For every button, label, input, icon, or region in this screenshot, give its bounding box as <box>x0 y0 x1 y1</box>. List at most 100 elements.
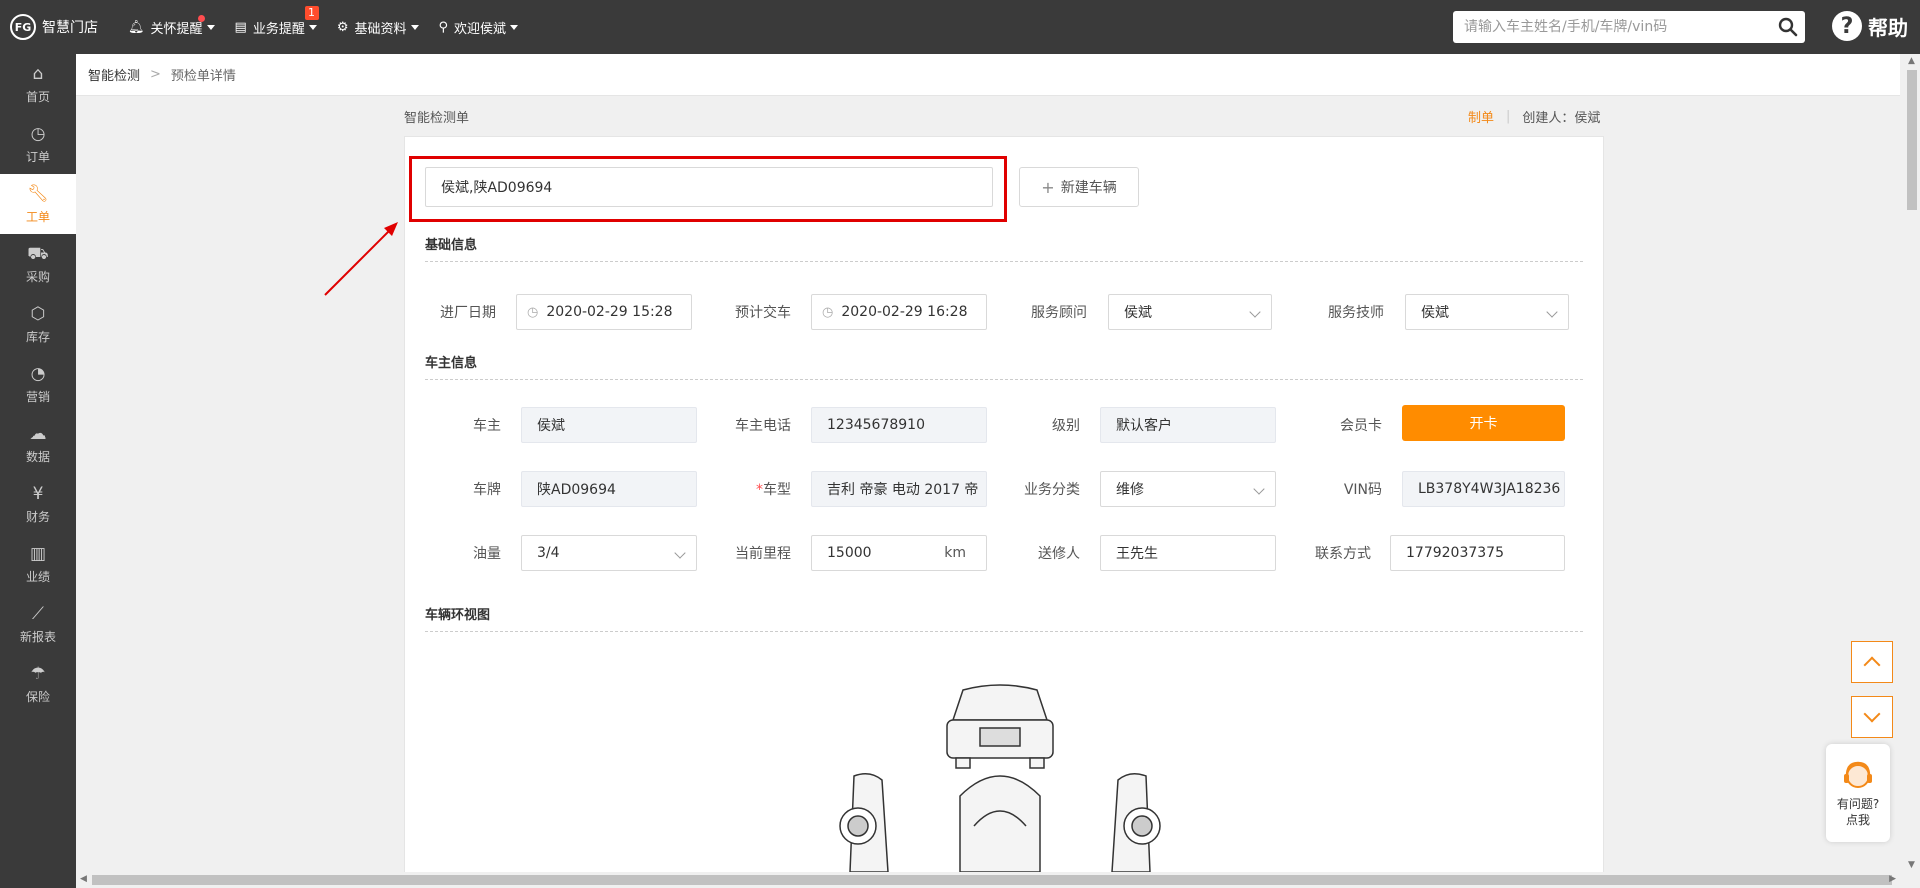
scroll-down-icon[interactable]: ▼ <box>1908 860 1915 870</box>
sidebar-item-performance[interactable]: ▥ 业绩 <box>0 534 76 594</box>
form-meta: 制单 | 创建人：侯斌 <box>1468 107 1600 126</box>
nav-care-reminder[interactable]: 🔔︎ 关怀提醒 <box>128 14 215 37</box>
line-chart-icon: ⟋ <box>32 603 44 624</box>
contact-input[interactable]: 17792037375 <box>1390 535 1565 571</box>
plate-label: 车牌 <box>473 482 501 498</box>
sidebar-item-label: 采购 <box>25 269 50 284</box>
sidebar-item-label: 订单 <box>25 149 50 164</box>
clock-icon: ◷ <box>527 304 539 320</box>
service-advisor-label: 服务顾问 <box>1031 305 1087 321</box>
fuel-select[interactable]: 3/4 <box>521 535 697 571</box>
notification-badge: 1 <box>304 5 319 20</box>
owner-value: 侯斌 <box>537 418 565 434</box>
sidebar-item-insurance[interactable]: ☂ 保险 <box>0 654 76 714</box>
form-title: 智能检测单 <box>404 111 470 126</box>
sidebar: ⌂ 首页 ◷ 订单 🔧︎ 工单 ⛟ 采购 ⬡ 库存 ◔ 营销 ☁ 数据 ¥ 财务 ▥ 业绩 ⟋ 新报… <box>0 54 76 888</box>
owner-label: 车主 <box>473 418 501 434</box>
annotation-highlight-box <box>409 156 1007 222</box>
chevron-up-icon <box>1863 656 1881 674</box>
headset-icon <box>1844 761 1872 788</box>
level-value: 默认客户 <box>1116 418 1172 434</box>
plus-icon: + <box>1041 177 1055 197</box>
horizontal-scroll-thumb[interactable] <box>92 875 1892 885</box>
contact-label: 联系方式 <box>1315 546 1371 562</box>
nav-business-reminder[interactable]: ▤ 业务提醒 1 <box>234 5 319 37</box>
help-button[interactable]: ? 帮助 <box>1832 11 1908 41</box>
sidebar-item-marketing[interactable]: ◔ 营销 <box>0 354 76 414</box>
section-title: 车辆环视图 <box>425 608 491 623</box>
help-label: 帮助 <box>1868 15 1908 40</box>
open-card-button[interactable]: 开卡 <box>1402 405 1565 441</box>
service-technician-select[interactable]: 侯斌 <box>1405 294 1569 330</box>
search-icon[interactable] <box>1771 11 1805 43</box>
scroll-right-icon[interactable]: ▶ <box>1889 874 1896 884</box>
new-vehicle-button[interactable]: + 新建车辆 <box>1019 167 1139 207</box>
top-bar: FG 智慧门店 🔔︎ 关怀提醒 ▤ 业务提醒 1 ⚙ 基础资料 ⚲ 欢迎侯斌 请… <box>0 0 1920 54</box>
chevron-down-icon <box>1253 483 1265 495</box>
horizontal-scrollbar[interactable]: ◀ ▶ <box>76 872 1900 888</box>
sidebar-item-new-report[interactable]: ⟋ 新报表 <box>0 594 76 654</box>
status-badge: 制单 <box>1468 111 1495 126</box>
breadcrumb-root[interactable]: 智能检测 <box>88 65 140 84</box>
vertical-scrollbar[interactable]: ▲ ▼ <box>1904 54 1920 872</box>
business-category-label: 业务分类 <box>1024 482 1080 498</box>
vin-field: LB378Y4W3JA18236 <box>1402 471 1565 507</box>
vehicle-surround-diagram <box>839 684 1161 872</box>
global-search <box>1453 11 1805 43</box>
business-category-value: 维修 <box>1116 482 1144 498</box>
level-field: 默认客户 <box>1100 407 1276 443</box>
sidebar-item-label: 营销 <box>25 389 50 404</box>
sidebar-item-inventory[interactable]: ⬡ 库存 <box>0 294 76 354</box>
model-field: 吉利 帝豪 电动 2017 帝 <box>811 471 987 507</box>
scroll-left-icon[interactable]: ◀ <box>80 874 87 884</box>
logo[interactable]: FG 智慧门店 <box>10 14 98 40</box>
mileage-input[interactable]: 15000 km <box>811 535 987 571</box>
owner-phone-field: 12345678910 <box>811 407 987 443</box>
sidebar-item-orders[interactable]: ◷ 订单 <box>0 114 76 174</box>
chevron-right-icon: > <box>150 67 161 82</box>
sidebar-item-finance[interactable]: ¥ 财务 <box>0 474 76 534</box>
nav-base-data-label: 基础资料 <box>354 21 407 37</box>
plate-field: 陕AD09694 <box>521 471 697 507</box>
business-category-select[interactable]: 维修 <box>1100 471 1276 507</box>
nav-user-menu-label: 欢迎侯斌 <box>454 21 507 37</box>
sidebar-item-label: 财务 <box>25 509 50 524</box>
sender-input[interactable]: 王先生 <box>1100 535 1276 571</box>
service-advisor-select[interactable]: 侯斌 <box>1108 294 1272 330</box>
nav-user-menu[interactable]: ⚲ 欢迎侯斌 <box>439 18 519 37</box>
scroll-top-button[interactable] <box>1851 641 1893 683</box>
entry-date-picker[interactable]: ◷ 2020-02-29 15:28 <box>516 294 692 330</box>
fuel-value: 3/4 <box>537 545 560 561</box>
chevron-down-icon <box>510 24 519 30</box>
chevron-down-icon <box>1249 306 1261 318</box>
help-line-2: 点我 <box>1845 813 1870 827</box>
divider: | <box>1506 109 1511 124</box>
customer-service-button[interactable]: 有问题? 点我 <box>1826 744 1890 842</box>
delivery-date-picker[interactable]: ◷ 2020-02-29 16:28 <box>811 294 987 330</box>
document-icon: ▤ <box>234 19 247 35</box>
umbrella-icon: ☂ <box>30 663 46 684</box>
sidebar-item-purchase[interactable]: ⛟ 采购 <box>0 234 76 294</box>
section-title: 车主信息 <box>425 356 478 371</box>
help-line-1: 有问题? <box>1836 797 1880 811</box>
sidebar-item-label: 首页 <box>25 89 50 104</box>
breadcrumb-current: 预检单详情 <box>170 69 236 84</box>
scroll-bottom-button[interactable] <box>1851 696 1893 738</box>
mileage-value: 15000 <box>827 545 872 561</box>
delivery-date-label: 预计交车 <box>735 305 791 321</box>
home-icon: ⌂ <box>32 63 44 84</box>
nav-base-data[interactable]: ⚙ 基础资料 <box>337 18 419 37</box>
user-icon: ⚲ <box>438 19 449 35</box>
breadcrumb: 智能检测 > 预检单详情 <box>76 54 1900 96</box>
mileage-unit: km <box>944 545 966 561</box>
sidebar-item-data[interactable]: ☁ 数据 <box>0 414 76 474</box>
search-input[interactable] <box>1464 19 1771 35</box>
bar-chart-icon: ▥ <box>29 543 47 564</box>
sidebar-item-work-order[interactable]: 🔧︎ 工单 <box>0 174 76 234</box>
top-nav: 🔔︎ 关怀提醒 ▤ 业务提醒 1 ⚙ 基础资料 ⚲ 欢迎侯斌 <box>128 0 538 54</box>
sidebar-item-home[interactable]: ⌂ 首页 <box>0 54 76 114</box>
annotation-arrow-icon <box>324 222 398 296</box>
scroll-up-icon[interactable]: ▲ <box>1908 56 1915 66</box>
history-icon: ◷ <box>30 123 46 144</box>
vertical-scroll-thumb[interactable] <box>1907 70 1917 210</box>
